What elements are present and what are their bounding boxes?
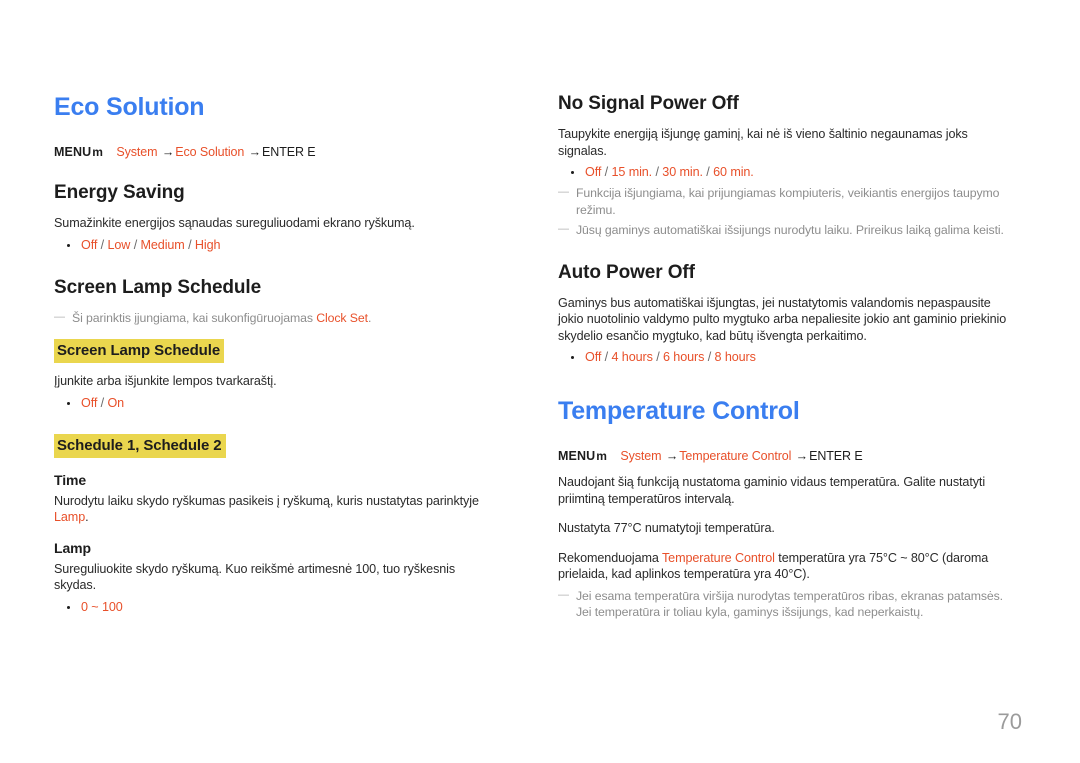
option-off: Off [585,350,602,364]
note-text: Ši parinktis įjungiama, kai sukonfigūruo… [72,310,317,325]
chapter-title-eco-solution: Eco Solution [54,93,205,121]
option-low: Low [107,237,131,252]
subsection-lamp: Lamp [54,539,91,556]
note-accent-clock-set: Clock Set [316,310,368,325]
energy-saving-description: Sumažinkite energijos sąnaudas sureguliu… [54,216,415,230]
temperature-control-description-3: Rekomenduojama Temperature Control tempe… [558,550,1018,583]
option-8-hours: 8 hours [714,350,756,364]
chapter-title-temperature-control: Temperature Control [558,397,800,425]
lamp-options: 0 ~ 100 [54,599,494,616]
menu-label: MENU [54,145,92,159]
list-item: Off / 15 min. / 30 min. / 60 min. [558,164,1018,181]
menu-glyph-icon: m [92,145,103,159]
list-item: Off / Low / Medium / High [54,237,494,254]
option-30-min: 30 min. [662,165,703,179]
section-no-signal-power-off: No Signal Power Off [558,93,739,114]
screen-lamp-schedule-sub-description: Įjunkite arba išjunkite lempos tvarkaraš… [54,374,277,388]
temperature-control-description-1: Naudojant šią funkciją nustatoma gaminio… [558,475,986,506]
menu-glyph-icon: m [596,449,607,463]
option-high: High [194,237,221,252]
menu-path-step-eco-solution: Eco Solution [175,145,245,159]
time-description-post: . [85,510,89,524]
left-column: Eco Solution MENUm System →Eco Solution →… [54,92,494,616]
auto-power-off-options: Off / 4 hours / 6 hours / 8 hours [558,349,1018,366]
subsection-screen-lamp-schedule-highlighted: Screen Lamp Schedule [54,339,225,363]
option-on: On [107,395,125,410]
no-signal-power-off-description: Taupykite energiją išjungę gaminį, kai n… [558,127,968,158]
arrow-right-icon: → [665,449,679,463]
menu-path-temperature-control: MENUm System →Temperature Control →ENTER … [558,448,1018,464]
arrow-right-icon-2: → [248,145,262,159]
lamp-description: Sureguliuokite skydo ryškumą. Kuo reikšm… [54,561,456,593]
no-signal-note-2: Jūsų gaminys automatiškai išsijungs nuro… [558,221,1018,239]
section-energy-saving: Energy Saving [54,182,185,203]
option-60-min: 60 min. [713,165,754,179]
screen-lamp-schedule-options: Off / On [54,395,494,412]
option-4-hours: 4 hours [611,350,653,364]
temperature-control-note: Jei esama temperatūra viršija nurodytas … [558,587,1018,621]
list-item: Off / 4 hours / 6 hours / 8 hours [558,349,1018,366]
arrow-right-icon: → [161,145,175,159]
subsection-schedule-1-2-highlighted: Schedule 1, Schedule 2 [54,433,226,458]
list-item: 0 ~ 100 [54,599,494,616]
temperature-control-description-2: Nustatyta 77°C numatytoji temperatūra. [558,521,775,535]
arrow-right-icon-2: → [795,449,809,463]
option-range: 0 ~ 100 [81,599,123,614]
menu-path-step-temperature-control: Temperature Control [679,449,792,463]
subsection-time: Time [54,471,87,488]
time-description-accent-lamp: Lamp [54,510,86,524]
option-medium: Medium [140,237,185,252]
right-column: No Signal Power Off Taupykite energiją i… [558,92,1018,621]
menu-label: MENU [558,449,596,463]
auto-power-off-description: Gaminys bus automatiškai išjungtas, jei … [558,295,1007,343]
menu-path-enter: ENTER E [262,145,316,159]
menu-path-step-system: System [620,449,662,463]
manual-page: Eco Solution MENUm System →Eco Solution →… [0,0,1080,763]
temp-desc-pre: Rekomenduojama [558,550,662,565]
time-description: Nurodytu laiku skydo ryškumas pasikeis į… [54,493,494,526]
note-tail: . [367,310,372,325]
temp-desc-accent-temperature-control: Temperature Control [661,550,775,565]
section-screen-lamp-schedule: Screen Lamp Schedule [54,276,262,298]
menu-path-eco-solution: MENUm System →Eco Solution →ENTER E [54,144,494,160]
option-off: Off [81,395,98,410]
option-off: Off [81,237,98,252]
option-15-min: 15 min. [611,165,653,179]
time-description-pre: Nurodytu laiku skydo ryškumas pasikeis į… [54,493,479,508]
screen-lamp-schedule-note: Ši parinktis įjungiama, kai sukonfigūruo… [54,309,494,327]
list-item: Off / On [54,395,494,412]
page-number: 70 [997,709,1022,734]
option-6-hours: 6 hours [663,350,705,364]
menu-path-enter: ENTER E [809,449,863,463]
no-signal-power-off-options: Off / 15 min. / 30 min. / 60 min. [558,164,1018,181]
option-off: Off [585,165,602,179]
no-signal-note-1: Funkcija išjungiama, kai prijungiamas ko… [558,184,1018,218]
menu-path-step-system: System [116,145,158,159]
energy-saving-options: Off / Low / Medium / High [54,237,494,254]
section-auto-power-off: Auto Power Off [558,261,695,283]
